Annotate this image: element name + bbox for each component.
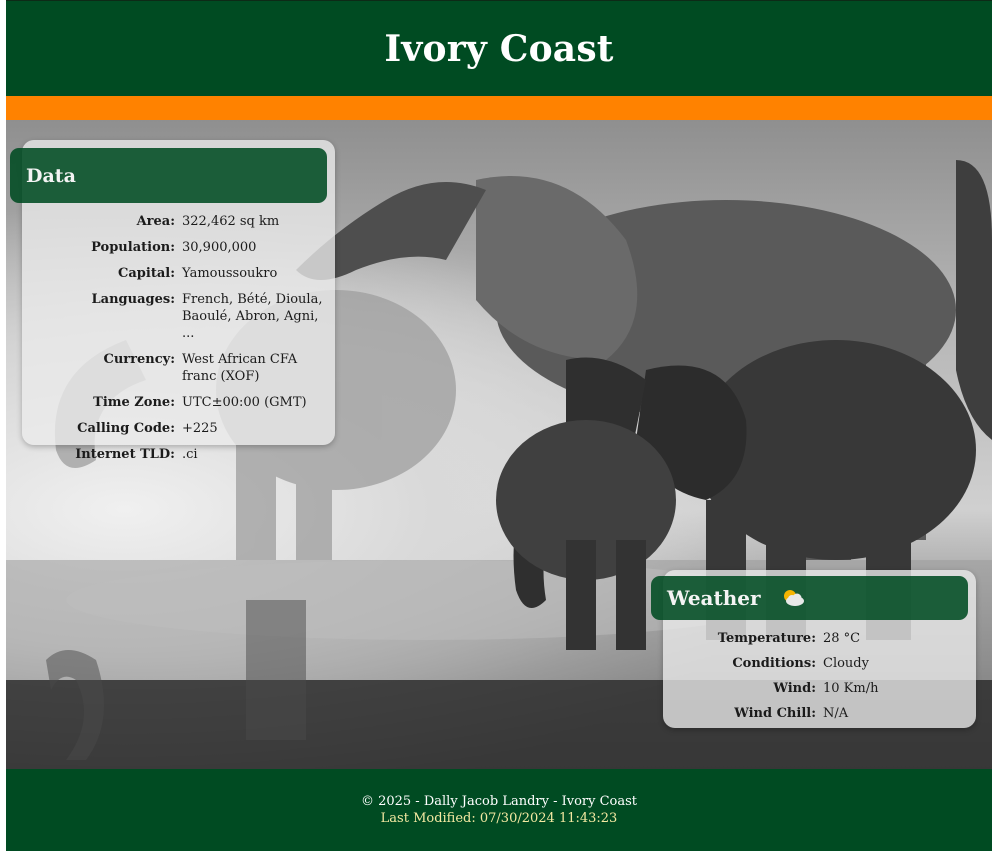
data-card: Data Area: 322,462 sq km Population: 30,… [10,140,335,462]
weather-label: Wind Chill: [734,706,816,721]
data-label: Area: [136,214,175,229]
data-label: Capital: [118,266,175,281]
data-card-heading: Data [10,148,327,203]
accent-stripe [6,96,992,120]
data-label: Calling Code: [77,421,175,436]
footer-copyright: © 2025 - Dally Jacob Landry - Ivory Coas… [360,794,638,809]
weather-card-title: Weather [667,586,761,610]
weather-card-heading: Weather [651,576,968,620]
data-row-area: Area: 322,462 sq km [22,213,335,230]
weather-row-conditions: Conditions: Cloudy [663,655,976,672]
footer-last-modified: Last Modified: 07/30/2024 11:43:23 [380,811,618,826]
data-label: Internet TLD: [75,447,175,462]
page: Ivory Coast Data Area: 322,462 sq km Pop… [6,0,992,851]
weather-value: Cloudy [823,656,869,671]
data-value: French, Bété, Dioula, Baoulé, Abron, Agn… [182,292,323,341]
data-row-time-zone: Time Zone: UTC±00:00 (GMT) [22,394,335,411]
data-value: West African CFA franc (XOF) [182,352,298,384]
weather-label: Conditions: [732,656,816,671]
data-row-currency: Currency: West African CFA franc (XOF) [22,351,335,385]
weather-value: 28 °C [823,631,861,646]
site-header: Ivory Coast [6,0,992,96]
data-row-calling-code: Calling Code: +225 [22,420,335,437]
data-value: Yamoussoukro [182,266,278,281]
weather-value: N/A [823,706,849,721]
weather-row-wind-chill: Wind Chill: N/A [663,705,976,722]
data-label: Time Zone: [93,395,175,410]
data-value: UTC±00:00 (GMT) [182,395,307,410]
data-list: Area: 322,462 sq km Population: 30,900,0… [22,213,335,472]
site-footer: © 2025 - Dally Jacob Landry - Ivory Coas… [6,769,992,851]
weather-row-temperature: Temperature: 28 °C [663,630,976,647]
partly-cloudy-icon [781,588,805,608]
weather-list: Temperature: 28 °C Conditions: Cloudy Wi… [663,630,976,730]
weather-value: 10 Km/h [823,681,879,696]
weather-label: Wind: [773,681,816,696]
weather-label: Temperature: [717,631,816,646]
data-label: Population: [91,240,175,255]
data-label: Currency: [103,352,176,367]
data-row-capital: Capital: Yamoussoukro [22,265,335,282]
data-label: Languages: [91,292,175,307]
weather-card: Weather Temperature: 28 °C Conditions: C… [651,570,976,730]
weather-row-wind: Wind: 10 Km/h [663,680,976,697]
data-value: 30,900,000 [182,240,257,255]
data-row-internet-tld: Internet TLD: .ci [22,446,335,463]
page-title: Ivory Coast [384,27,614,70]
data-row-population: Population: 30,900,000 [22,239,335,256]
data-value: 322,462 sq km [182,214,280,229]
data-row-languages: Languages: French, Bété, Dioula, Baoulé,… [22,291,335,342]
data-value: .ci [182,447,198,462]
data-value: +225 [182,421,218,436]
